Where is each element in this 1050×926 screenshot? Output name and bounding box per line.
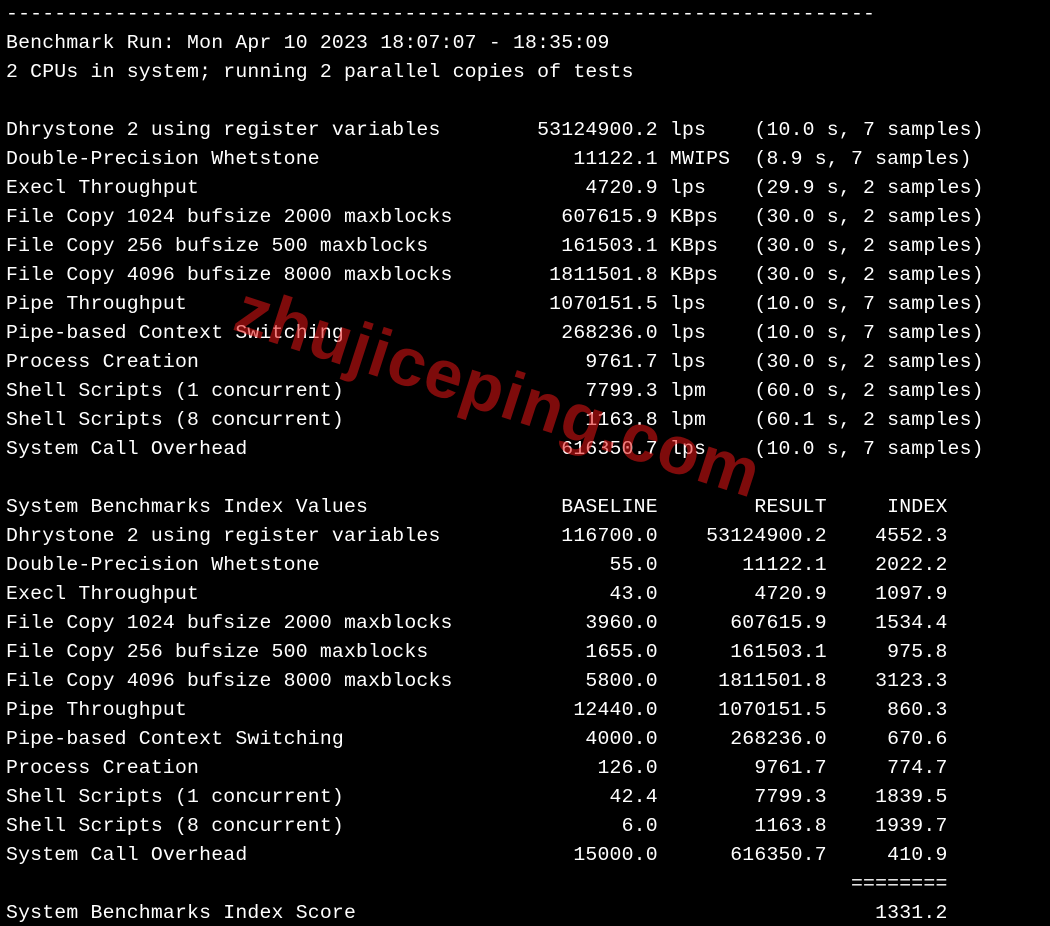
terminal-output: ----------------------------------------… [0,0,1050,926]
